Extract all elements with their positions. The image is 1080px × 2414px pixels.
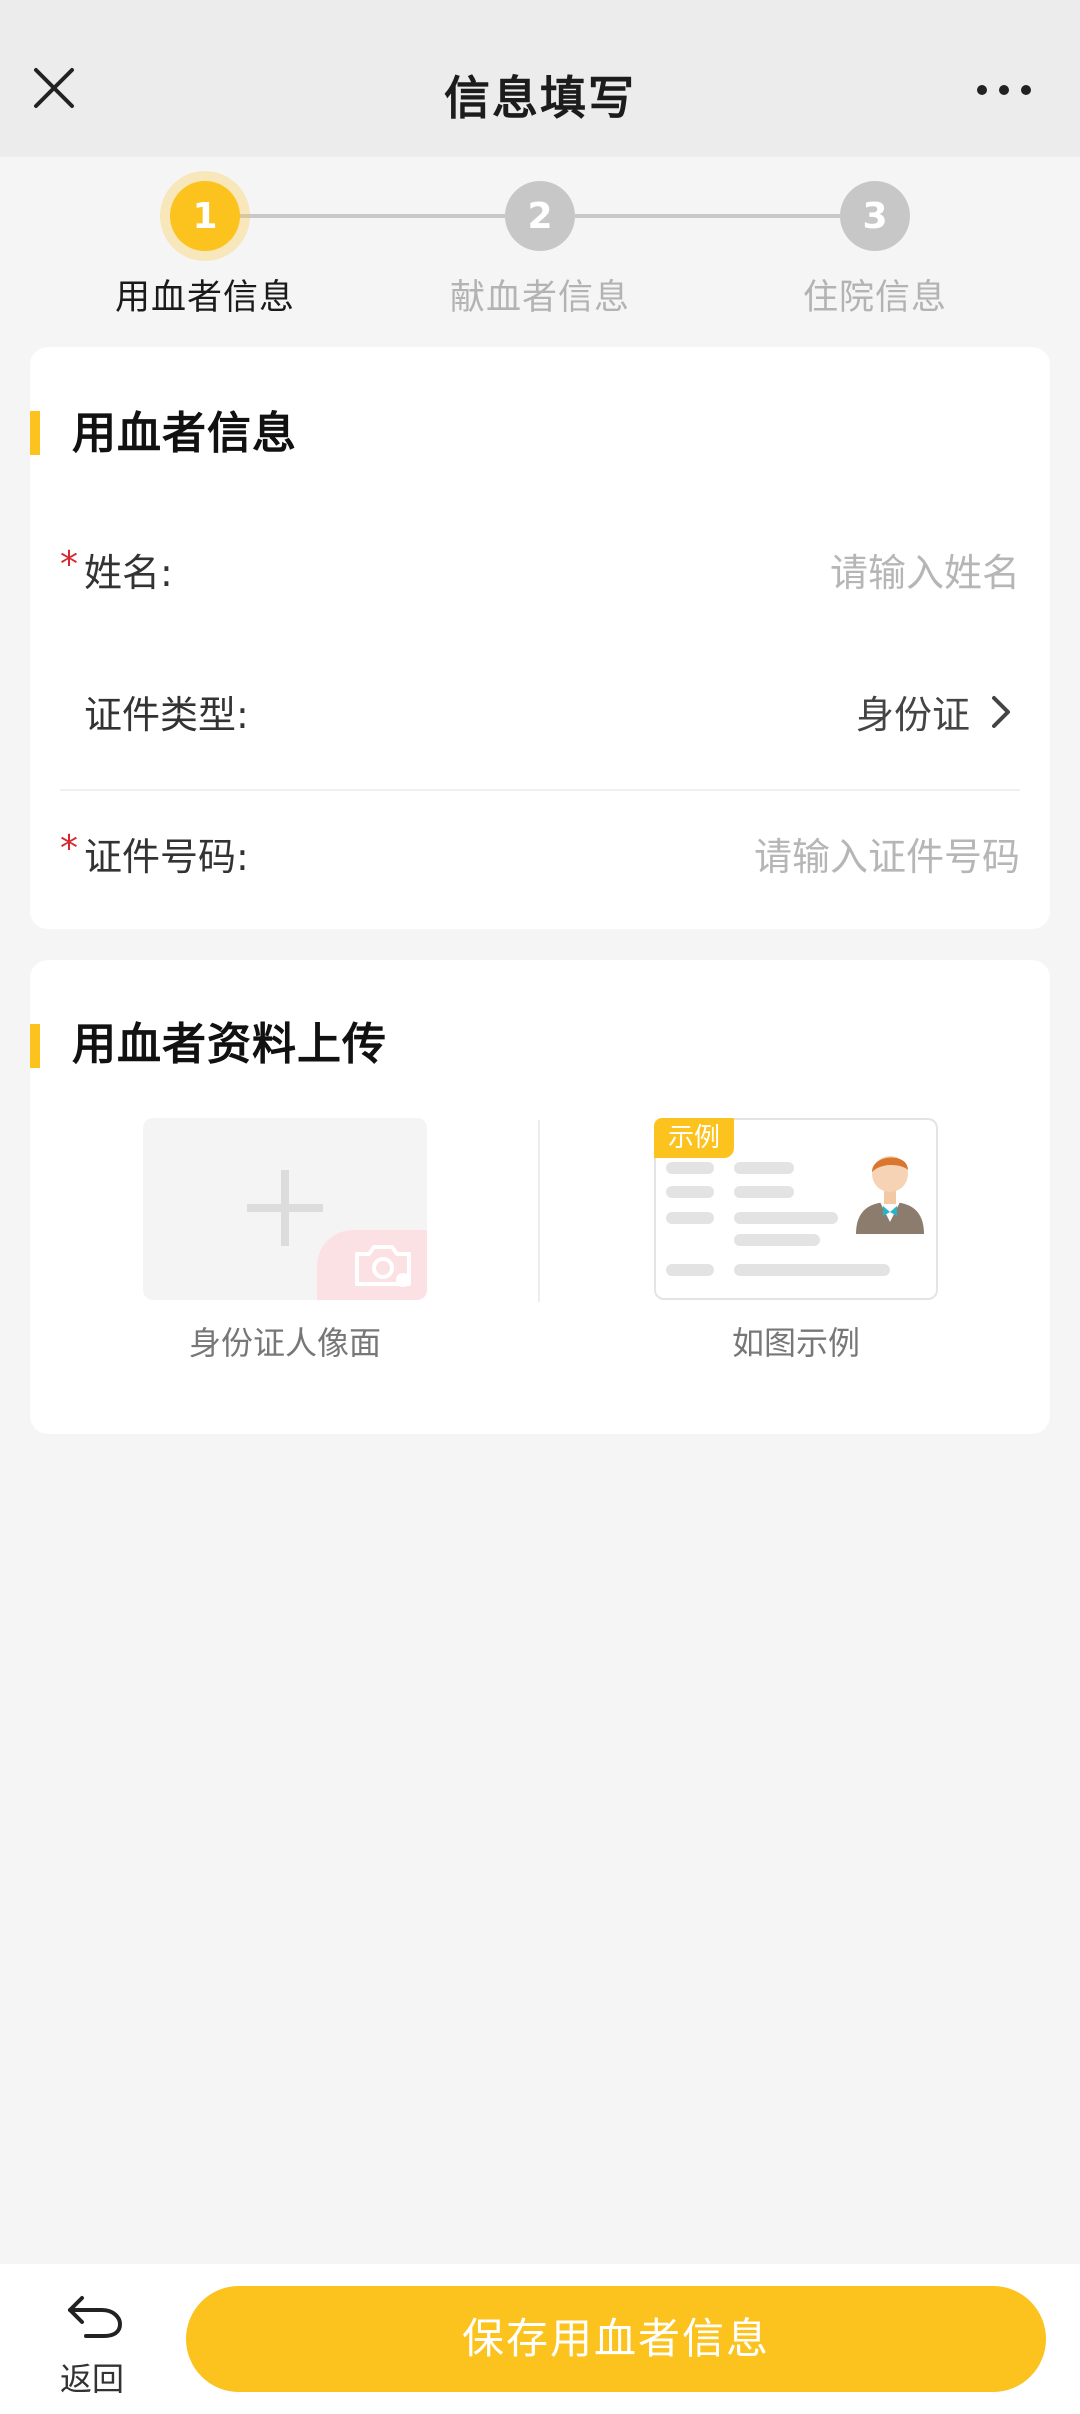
- step-3-circle: 3: [840, 181, 910, 251]
- id-type-value[interactable]: 身份证: [856, 684, 970, 739]
- vertical-divider: [538, 1120, 540, 1302]
- more-icon[interactable]: [976, 76, 1032, 104]
- upload-caption: 身份证人像面: [188, 1324, 381, 1362]
- camera-icon: [355, 1245, 411, 1287]
- sample-line: [734, 1234, 820, 1246]
- required-mark: *: [60, 828, 78, 869]
- step-indicator: 1 2 3 用血者信息 献血者信息 住院信息: [0, 157, 1080, 347]
- recipient-info-card: 用血者信息 * 姓名: 请输入姓名 证件类型: 身份证 * 证件号码: 请输入证…: [30, 347, 1050, 929]
- step-connector: [205, 214, 505, 218]
- sample-line: [666, 1212, 714, 1224]
- sample-line: [666, 1186, 714, 1198]
- id-number-label: 证件号码:: [84, 835, 249, 879]
- sample-tag: 示例: [654, 1118, 734, 1158]
- name-field-row[interactable]: * 姓名: 请输入姓名: [30, 522, 1050, 622]
- step-1-label: 用血者信息: [114, 278, 295, 318]
- step-1-circle: 1: [170, 181, 240, 251]
- id-type-row[interactable]: 证件类型: 身份证: [30, 664, 1050, 764]
- required-mark: *: [60, 544, 78, 585]
- bottom-action-bar: 返回 保存用血者信息: [0, 2264, 1080, 2414]
- back-label[interactable]: 返回: [60, 2354, 124, 2400]
- sample-line: [666, 1162, 714, 1174]
- step-2-label: 献血者信息: [449, 278, 630, 318]
- sample-line: [734, 1186, 794, 1198]
- page-title: 信息填写: [444, 71, 636, 125]
- id-number-input[interactable]: 请输入证件号码: [754, 826, 1020, 881]
- name-input[interactable]: 请输入姓名: [830, 542, 1020, 597]
- sample-line: [734, 1162, 794, 1174]
- name-label: 姓名:: [84, 551, 173, 595]
- header-bar: 信息填写: [0, 0, 1080, 157]
- chevron-right-icon: [992, 696, 1010, 728]
- page: 信息填写 1 2 3 用血者信息 献血者信息 住院信息 用血者信息 * 姓名: …: [0, 0, 1080, 2414]
- sample-line: [666, 1264, 714, 1276]
- step-connector: [575, 214, 875, 218]
- id-number-field-row[interactable]: * 证件号码: 请输入证件号码: [30, 806, 1050, 906]
- step-3-label: 住院信息: [802, 278, 947, 318]
- section-accent-bar: [30, 411, 40, 455]
- sample-line: [734, 1264, 890, 1276]
- plus-icon-stroke: [281, 1170, 289, 1246]
- section-accent-bar: [30, 1024, 40, 1068]
- step-2-circle: 2: [505, 181, 575, 251]
- section-title: 用血者资料上传: [72, 1019, 387, 1070]
- recipient-upload-card: 用血者资料上传 身份证人像面 示例 如图示例: [30, 960, 1050, 1434]
- section-title: 用血者信息: [72, 408, 297, 459]
- sample-line: [734, 1212, 838, 1224]
- id-type-label: 证件类型:: [84, 693, 249, 737]
- person-portrait-icon: [856, 1156, 924, 1234]
- id-front-upload-button[interactable]: [143, 1118, 427, 1300]
- back-arrow-icon[interactable]: [64, 2292, 124, 2340]
- field-divider: [60, 789, 1020, 791]
- save-recipient-button[interactable]: 保存用血者信息: [186, 2286, 1046, 2392]
- sample-caption: 如图示例: [731, 1324, 860, 1362]
